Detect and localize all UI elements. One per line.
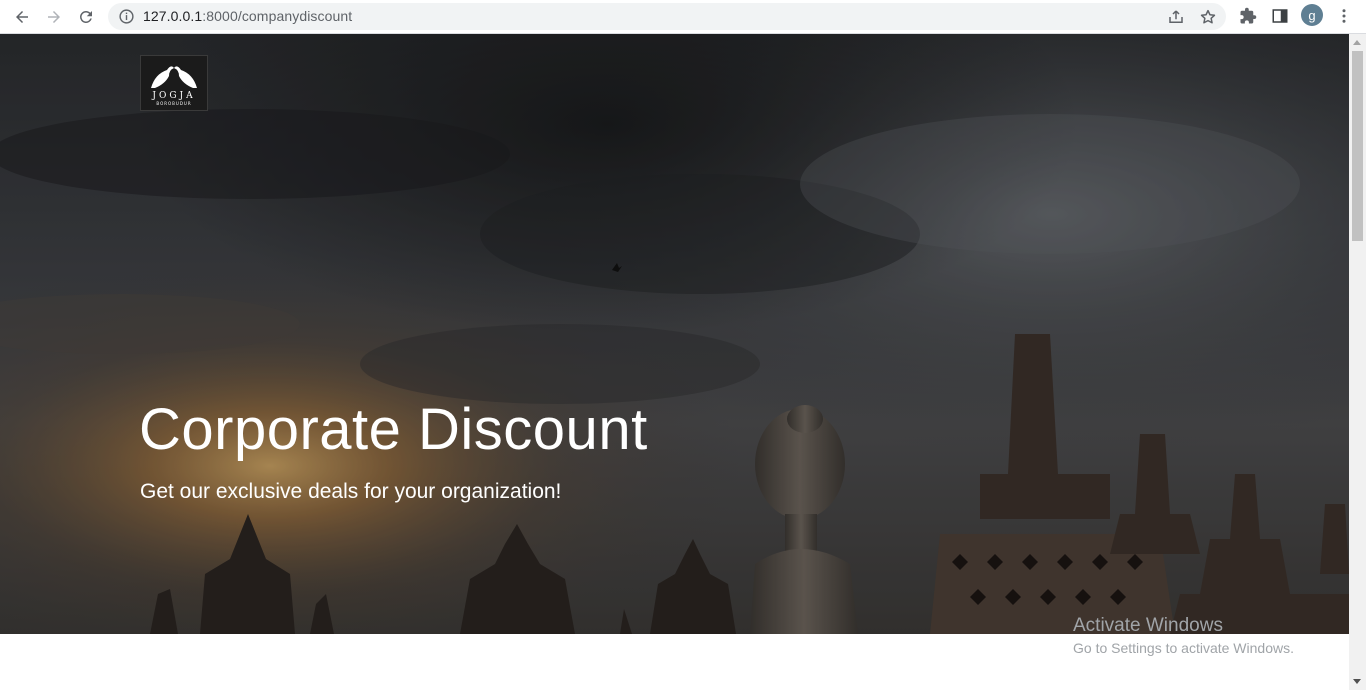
side-panel-icon: [1272, 9, 1288, 23]
browser-toolbar: 127.0.0.1:8000/companydiscount g: [0, 0, 1366, 34]
windows-activation-watermark: Activate Windows Go to Settings to activ…: [1073, 615, 1294, 656]
side-panel-button[interactable]: [1270, 6, 1290, 26]
page-scrollbar[interactable]: [1349, 34, 1366, 690]
url-host: 127.0.0.1: [143, 8, 203, 24]
bookmark-star-icon: [1200, 9, 1216, 24]
extensions-button[interactable]: [1238, 6, 1258, 26]
url-path: :8000/companydiscount: [202, 8, 353, 24]
bookmark-button[interactable]: [1198, 7, 1218, 27]
address-bar[interactable]: 127.0.0.1:8000/companydiscount: [108, 3, 1226, 30]
watermark-line2: Go to Settings to activate Windows.: [1073, 640, 1294, 656]
hero-banner: JOGJA BOROBUDUR Corporate Discount Get o…: [0, 34, 1349, 634]
page-viewport: JOGJA BOROBUDUR Corporate Discount Get o…: [0, 34, 1349, 690]
logo-birds-icon: JOGJA BOROBUDUR: [151, 66, 197, 106]
logo-subtext: BOROBUDUR: [156, 101, 191, 106]
share-icon: [1169, 10, 1183, 23]
hero-background-image: [0, 34, 1349, 634]
scroll-up-arrow-icon[interactable]: [1353, 40, 1361, 45]
site-logo[interactable]: JOGJA BOROBUDUR: [140, 55, 208, 111]
url-text: 127.0.0.1:8000/companydiscount: [143, 8, 352, 24]
share-button[interactable]: [1166, 7, 1186, 27]
scroll-down-arrow-icon[interactable]: [1353, 679, 1361, 684]
kebab-menu-icon: [1342, 9, 1346, 23]
forward-button[interactable]: [40, 3, 68, 31]
profile-avatar[interactable]: g: [1301, 4, 1323, 26]
reload-icon: [80, 11, 92, 23]
back-button[interactable]: [8, 3, 36, 31]
browser-menu-button[interactable]: [1334, 6, 1354, 26]
scrollbar-thumb[interactable]: [1352, 51, 1363, 241]
forward-arrow-icon: [48, 11, 60, 23]
logo-text: JOGJA: [151, 91, 195, 101]
back-arrow-icon: [16, 11, 28, 23]
reload-button[interactable]: [72, 3, 100, 31]
info-icon[interactable]: [118, 8, 135, 25]
watermark-line1: Activate Windows: [1073, 615, 1223, 636]
page-subtitle: Get our exclusive deals for your organiz…: [140, 480, 562, 503]
extensions-puzzle-icon: [1240, 7, 1257, 24]
page-title: Corporate Discount: [139, 397, 648, 462]
